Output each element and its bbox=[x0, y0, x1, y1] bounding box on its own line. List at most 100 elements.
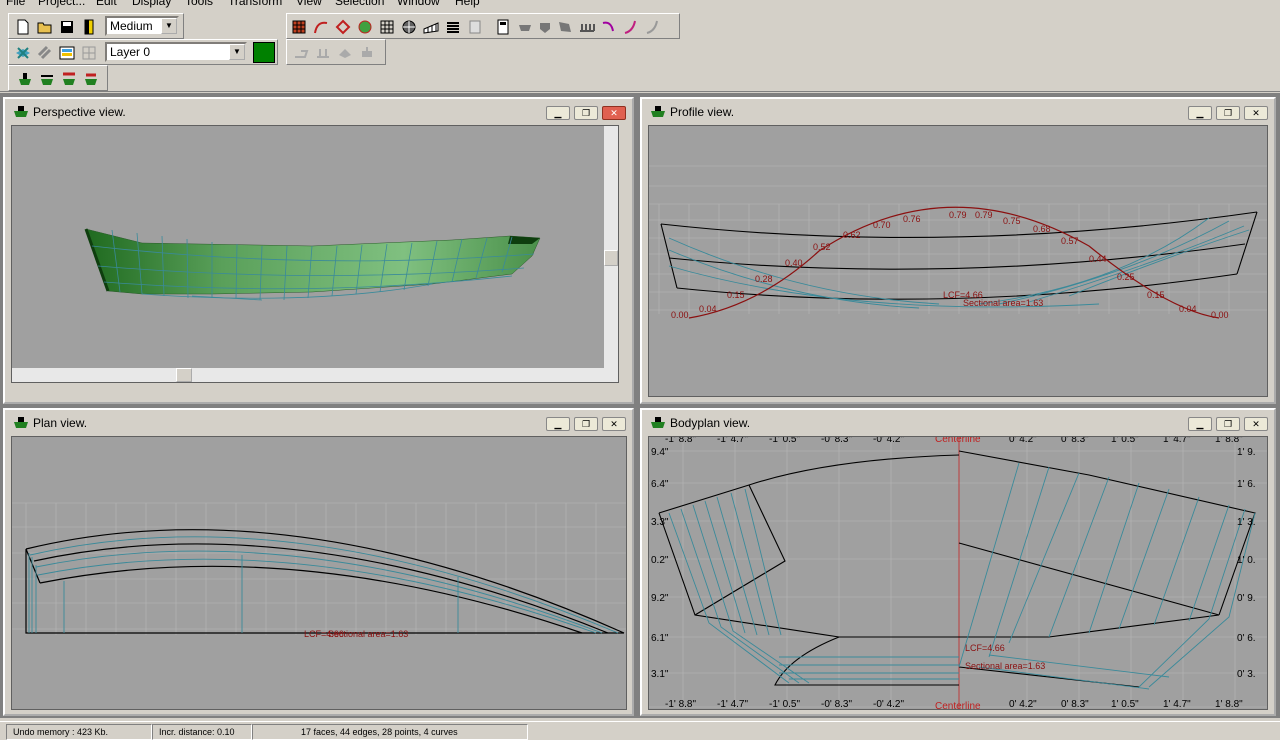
waterlines-button[interactable] bbox=[377, 17, 397, 36]
plan-titlebar[interactable]: Plan view. ▁ ❐ ✕ bbox=[7, 412, 630, 434]
minimize-button[interactable]: ▁ bbox=[1188, 106, 1212, 120]
grid-control-button[interactable] bbox=[289, 17, 309, 36]
split-icon bbox=[317, 48, 329, 58]
menu-display[interactable]: Display bbox=[132, 0, 171, 8]
curve-value-label: 0.44 bbox=[1089, 254, 1107, 264]
scroll-thumb[interactable] bbox=[176, 368, 192, 382]
menu-tools[interactable]: Tools bbox=[185, 0, 213, 8]
plan-drawing: LCF=4.66 Sectional area=1.63 bbox=[12, 502, 626, 639]
bodyplan-bottom-label: 0' 4.2" bbox=[1009, 699, 1037, 710]
rudder-button[interactable] bbox=[535, 17, 555, 36]
buttocks-button[interactable] bbox=[355, 17, 375, 36]
sphere-icon bbox=[402, 20, 416, 33]
plan-title: Plan view. bbox=[33, 416, 88, 430]
profile-area-label: Sectional area=1.63 bbox=[963, 298, 1043, 308]
perspective-viewport[interactable] bbox=[11, 125, 619, 383]
close-button[interactable]: ✕ bbox=[602, 417, 626, 431]
split-button[interactable] bbox=[313, 43, 333, 62]
menu-selection[interactable]: Selection bbox=[335, 0, 384, 8]
show-stations-button[interactable] bbox=[59, 69, 79, 88]
bodyplan-title: Bodyplan view. bbox=[670, 416, 751, 430]
stations-icon bbox=[335, 19, 351, 34]
restore-button[interactable]: ❐ bbox=[1216, 106, 1240, 120]
menu-edit[interactable]: Edit bbox=[96, 0, 117, 8]
flowlines-button[interactable] bbox=[465, 17, 485, 36]
curve-value-label: 0.15 bbox=[1147, 290, 1165, 300]
bodyplan-left-label: 6.1" bbox=[651, 633, 669, 644]
close-button[interactable]: ✕ bbox=[1244, 417, 1268, 431]
plan-viewport[interactable]: LCF=4.66 Sectional area=1.63 bbox=[11, 436, 627, 710]
hull-edges-icon bbox=[41, 74, 53, 85]
hull-icon bbox=[19, 72, 31, 85]
curve-value-label: 0.76 bbox=[903, 214, 921, 224]
perspective-vscrollbar[interactable] bbox=[604, 126, 618, 382]
bodyplan-top-label: 0' 4.2" bbox=[1009, 437, 1037, 445]
frames-button[interactable] bbox=[577, 17, 597, 36]
layer-visibility-button[interactable] bbox=[35, 43, 55, 62]
bodyplan-top-label: -1' 4.7" bbox=[717, 437, 748, 445]
open-file-button[interactable] bbox=[35, 17, 55, 36]
grid-icon bbox=[380, 20, 394, 33]
diagonals-button[interactable] bbox=[399, 17, 419, 36]
curvature-3-button[interactable] bbox=[643, 17, 663, 36]
layer-select[interactable]: Layer 0 ▼ bbox=[105, 42, 247, 62]
minimize-button[interactable]: ▁ bbox=[546, 106, 570, 120]
layer-properties-button[interactable] bbox=[13, 43, 33, 62]
curve-value-label: 0.00 bbox=[1211, 310, 1229, 320]
perspective-titlebar[interactable]: Perspective view. ▁ ❐ ✕ bbox=[7, 101, 630, 123]
new-file-button[interactable] bbox=[13, 17, 33, 36]
save-button[interactable] bbox=[57, 17, 77, 36]
hull-icon bbox=[651, 106, 665, 117]
curvature-button[interactable] bbox=[599, 17, 619, 36]
hydrostatics-button[interactable] bbox=[493, 17, 513, 36]
minimize-button[interactable]: ▁ bbox=[1188, 417, 1212, 431]
menu-project[interactable]: Project... bbox=[38, 0, 85, 8]
menu-file[interactable]: File bbox=[6, 0, 25, 8]
restore-button[interactable]: ❐ bbox=[574, 106, 598, 120]
restore-button[interactable]: ❐ bbox=[1216, 417, 1240, 431]
shaded-button[interactable] bbox=[443, 17, 463, 36]
minimize-button[interactable]: ▁ bbox=[546, 417, 570, 431]
close-button[interactable]: ✕ bbox=[1244, 106, 1268, 120]
mesh-icon bbox=[423, 21, 439, 34]
appendage-button[interactable] bbox=[555, 17, 575, 36]
layer-color-button[interactable] bbox=[57, 43, 77, 62]
precision-select[interactable]: Medium ▼ bbox=[105, 16, 179, 36]
bodyplan-bottom-label: -0' 8.3" bbox=[821, 699, 852, 710]
show-control-net-button[interactable] bbox=[15, 69, 35, 88]
curve-button[interactable] bbox=[311, 17, 331, 36]
keel-button[interactable] bbox=[515, 17, 535, 36]
menu-window[interactable]: Window bbox=[397, 0, 440, 8]
profile-viewport[interactable]: 0.00 0.04 0.15 0.28 0.40 0.52 0.62 0.70 0.76 0.79… bbox=[648, 125, 1268, 397]
menu-help[interactable]: Help bbox=[455, 0, 480, 8]
extrude-button[interactable] bbox=[291, 43, 311, 62]
shade-button[interactable] bbox=[79, 17, 99, 36]
menu-view[interactable]: View bbox=[296, 0, 322, 8]
layer-grid-button[interactable] bbox=[79, 43, 99, 62]
close-button[interactable]: ✕ bbox=[602, 106, 626, 120]
increment-distance-status: Incr. distance: 0.10 bbox=[152, 724, 252, 740]
perspective-hscrollbar[interactable] bbox=[12, 368, 606, 382]
collapse-button[interactable] bbox=[335, 43, 355, 62]
stations-button[interactable] bbox=[333, 17, 353, 36]
bodyplan-right-label: 1' 3. bbox=[1237, 517, 1256, 528]
bodyplan-left-label: 9.2" bbox=[651, 593, 669, 604]
bodyplan-titlebar[interactable]: Bodyplan view. ▁ ❐ ✕ bbox=[644, 412, 1272, 434]
profile-titlebar[interactable]: Profile view. ▁ ❐ ✕ bbox=[644, 101, 1272, 123]
show-interior-edges-button[interactable] bbox=[37, 69, 57, 88]
bodyplan-viewport[interactable]: -1' 8.8" -1' 4.7" -1' 0.5" -0' 8.3" -0' 4.2"… bbox=[648, 436, 1268, 710]
insert-button[interactable] bbox=[357, 43, 377, 62]
precision-value: Medium bbox=[110, 19, 153, 33]
curvature-2-button[interactable] bbox=[621, 17, 641, 36]
layer-color-swatch[interactable] bbox=[253, 42, 275, 63]
bodyplan-right-label: 0' 6. bbox=[1237, 633, 1256, 644]
scroll-thumb[interactable] bbox=[604, 250, 618, 266]
show-buttocks-button[interactable] bbox=[81, 69, 101, 88]
restore-button[interactable]: ❐ bbox=[574, 417, 598, 431]
hull-mesh-button[interactable] bbox=[421, 17, 441, 36]
menu-transform[interactable]: Transform bbox=[228, 0, 282, 8]
stripes-icon bbox=[447, 21, 459, 33]
geometry-counts-status: 17 faces, 44 edges, 28 points, 4 curves bbox=[252, 724, 528, 740]
bodyplan-window: Bodyplan view. ▁ ❐ ✕ -1' 8.8" -1' 4.7" -… bbox=[640, 408, 1276, 716]
shade-icon bbox=[84, 19, 94, 34]
